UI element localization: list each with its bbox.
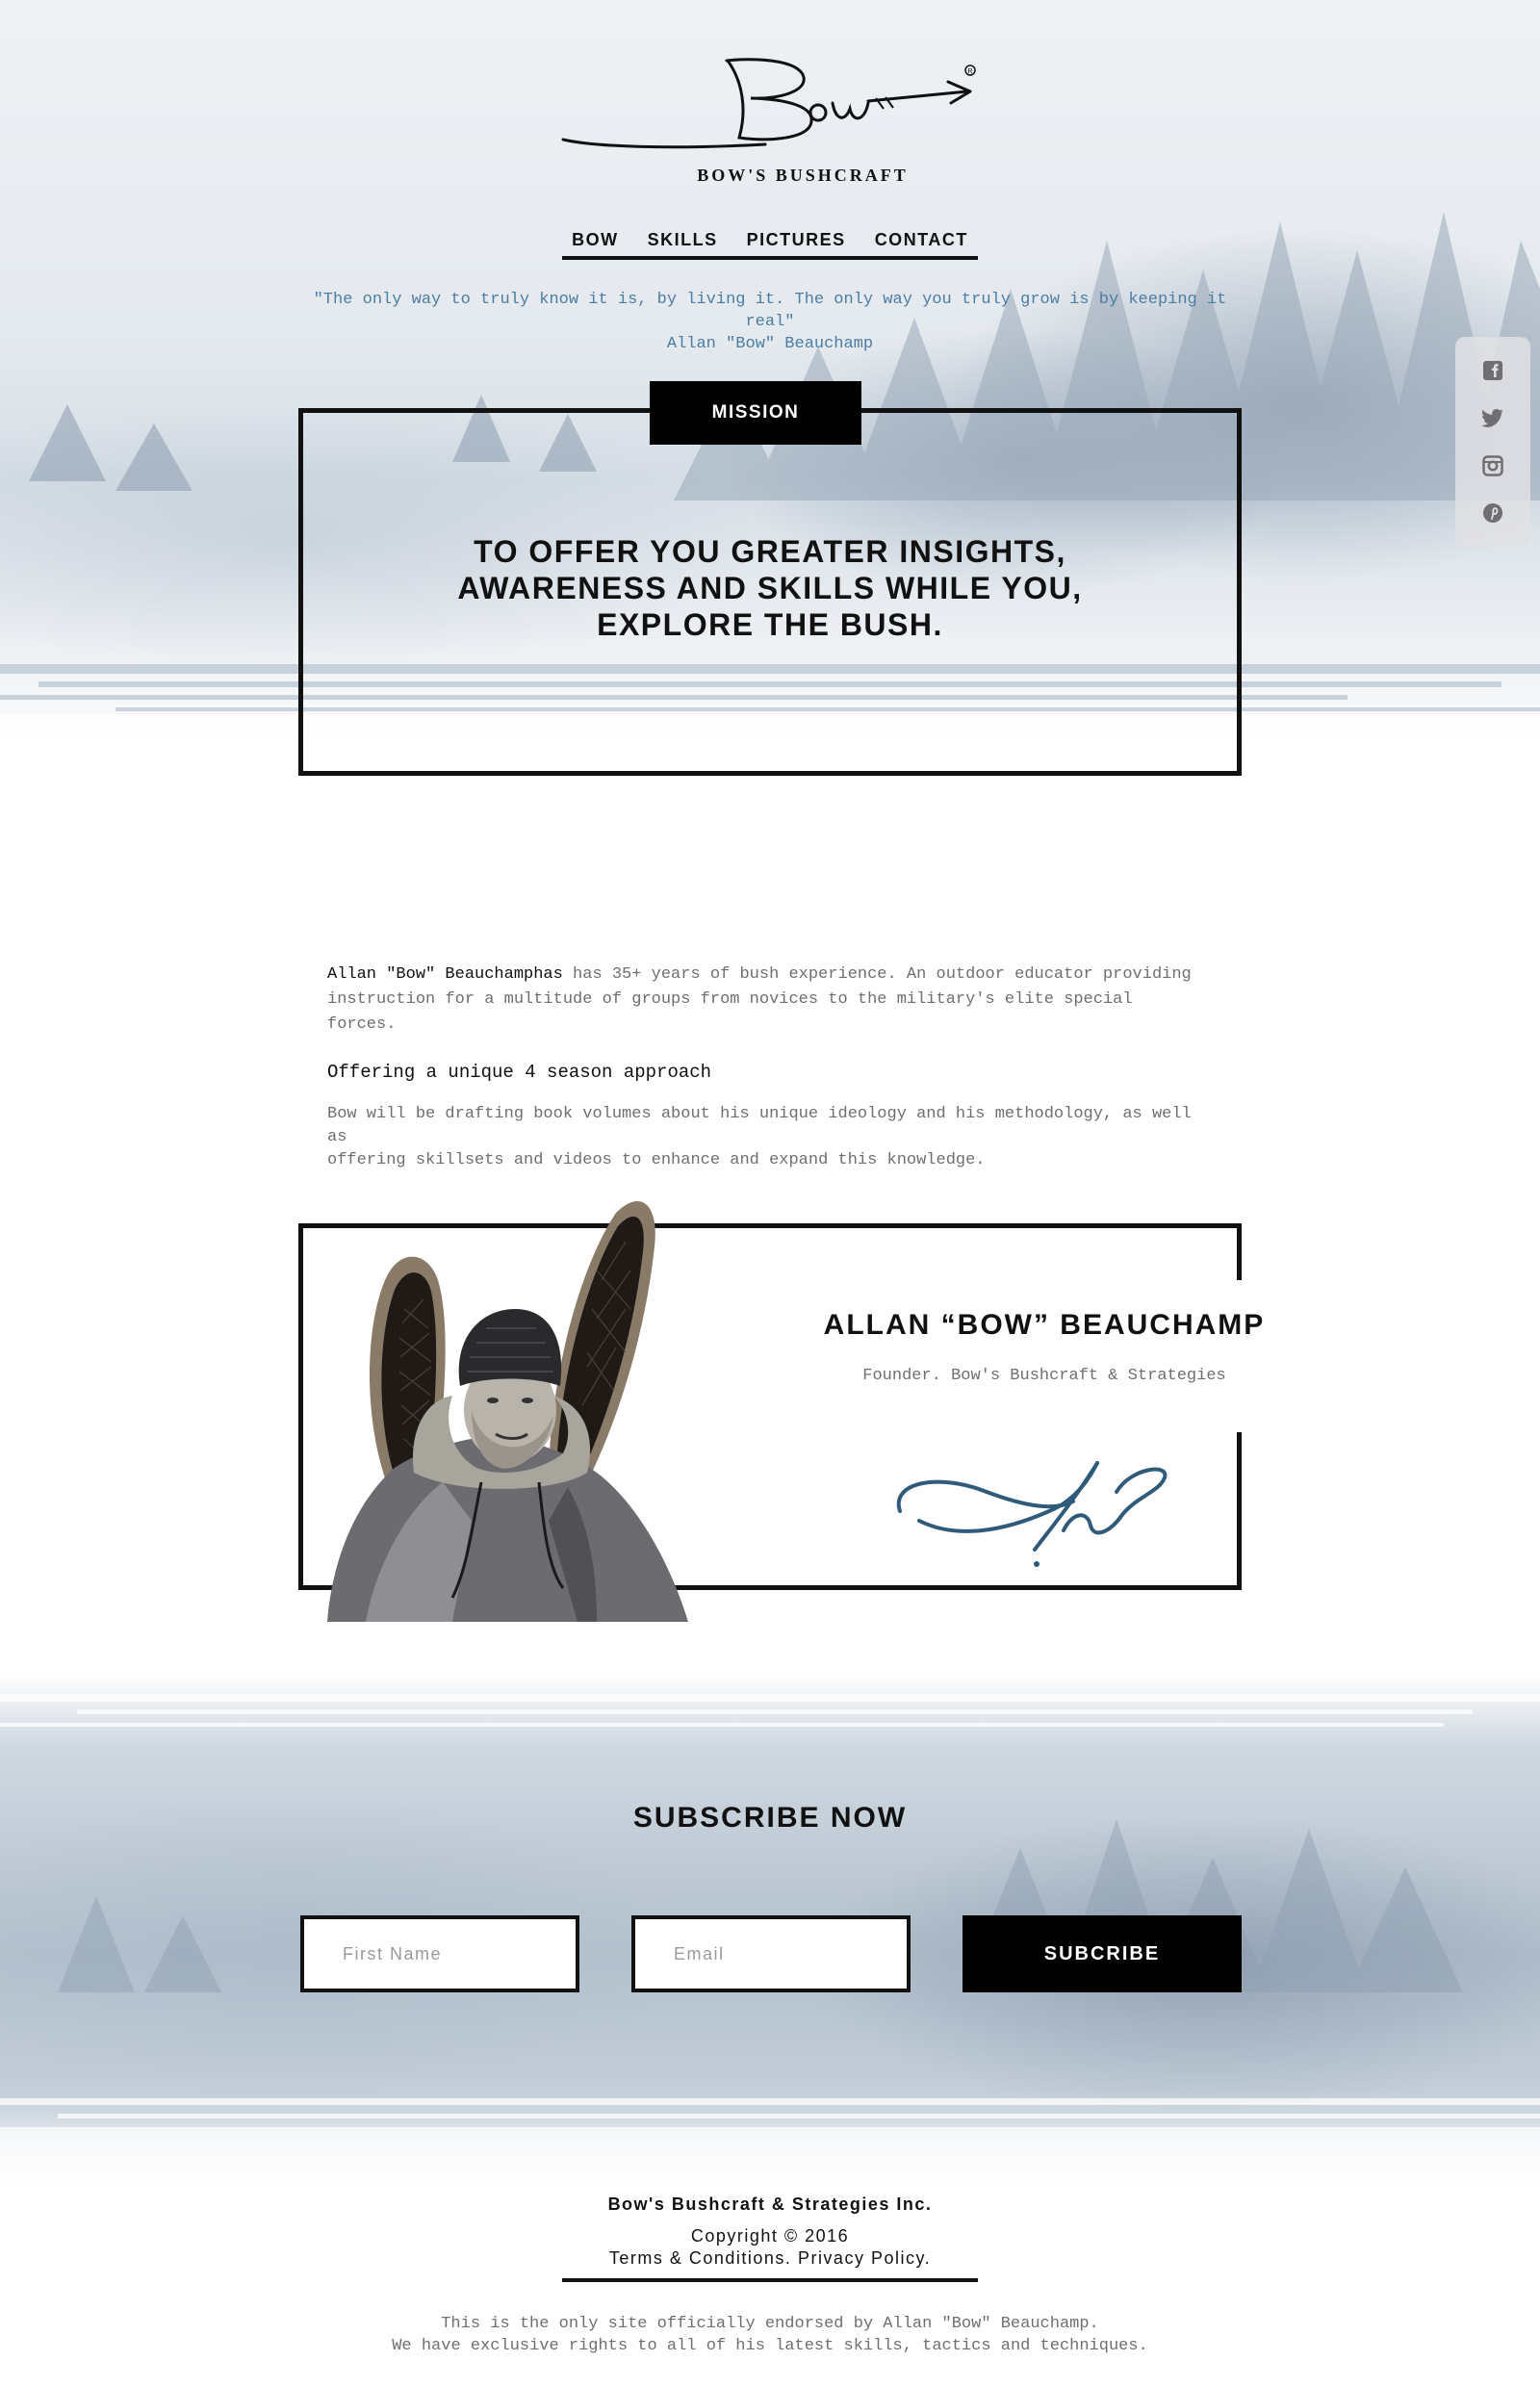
twitter-icon[interactable] [1480, 405, 1505, 430]
footer-copyright: Copyright © 2016 [690, 2226, 850, 2246]
about-body-line2: offering skillsets and videos to enhance… [327, 1151, 986, 1169]
about-intro-text: has 35+ years of bush experience. An out… [562, 965, 1192, 984]
about-intro-line2: instruction for a multitude of groups fr… [327, 990, 1133, 1034]
founder-title: Founder. Bow's Bushcraft & Strategies [862, 1367, 1226, 1385]
svg-text:R: R [968, 68, 973, 75]
founder-signature [896, 1461, 1168, 1567]
mission-tab: MISSION [650, 381, 861, 445]
nav-item-contact[interactable]: CONTACT [875, 230, 968, 250]
mission-line: EXPLORE THE BUSH. [597, 607, 943, 642]
about-name: Allan "Bow" Beauchamphas [327, 965, 563, 984]
email-field[interactable] [631, 1915, 911, 1992]
about-intro: Allan "Bow" Beauchamphas has 35+ years o… [327, 962, 1194, 1038]
privacy-link[interactable]: Privacy Policy. [798, 2248, 931, 2268]
about-heading: Offering a unique 4 season approach [327, 1062, 712, 1083]
facebook-icon[interactable] [1480, 358, 1505, 383]
quote-author: Allan "Bow" Beauchamp [666, 335, 874, 353]
brand-name: BOW'S BUSHCRAFT [697, 166, 909, 185]
mission-statement: TO OFFER YOU GREATER INSIGHTS, AWARENESS… [385, 533, 1155, 643]
footer-note-line2: We have exclusive rights to all of his l… [392, 2337, 1148, 2355]
footer-divider [562, 2278, 978, 2282]
about-body: Bow will be drafting book volumes about … [327, 1103, 1194, 1172]
nav-item-pictures[interactable]: PICTURES [747, 230, 846, 250]
pinterest-icon[interactable] [1480, 500, 1505, 526]
founder-name: ALLAN “BOW” BEAUCHAMP [823, 1309, 1266, 1341]
terms-link[interactable]: Terms & Conditions. [609, 2248, 792, 2268]
founder-photo [327, 1200, 688, 1622]
footer-note-line1: This is the only site officially endorse… [441, 2315, 1099, 2333]
footer-company: Bow's Bushcraft & Strategies Inc. [607, 2194, 933, 2214]
main-nav: BOW SKILLS PICTURES CONTACT [562, 223, 978, 260]
footer-note: This is the only site officially endorse… [289, 2313, 1251, 2357]
footer-links: Terms & Conditions. Privacy Policy. [481, 2248, 1059, 2269]
subscribe-button[interactable]: SUBCRIBE [962, 1915, 1242, 1992]
subscribe-title: SUBSCRIBE NOW [632, 1802, 908, 1834]
about-body-line1: Bow will be drafting book volumes about … [327, 1105, 1192, 1146]
mission-line: AWARENESS AND SKILLS WHILE YOU, [457, 571, 1083, 605]
instagram-icon[interactable] [1480, 453, 1505, 478]
nav-item-bow[interactable]: BOW [572, 230, 619, 250]
first-name-field[interactable] [300, 1915, 579, 1992]
social-bar [1455, 337, 1530, 547]
nav-item-skills[interactable]: SKILLS [648, 230, 718, 250]
mission-line: TO OFFER YOU GREATER INSIGHTS, [474, 534, 1066, 569]
frame-gap [1232, 1280, 1251, 1432]
quote-text: "The only way to truly know it is, by li… [313, 291, 1227, 331]
hero-quote: "The only way to truly know it is, by li… [289, 289, 1251, 355]
